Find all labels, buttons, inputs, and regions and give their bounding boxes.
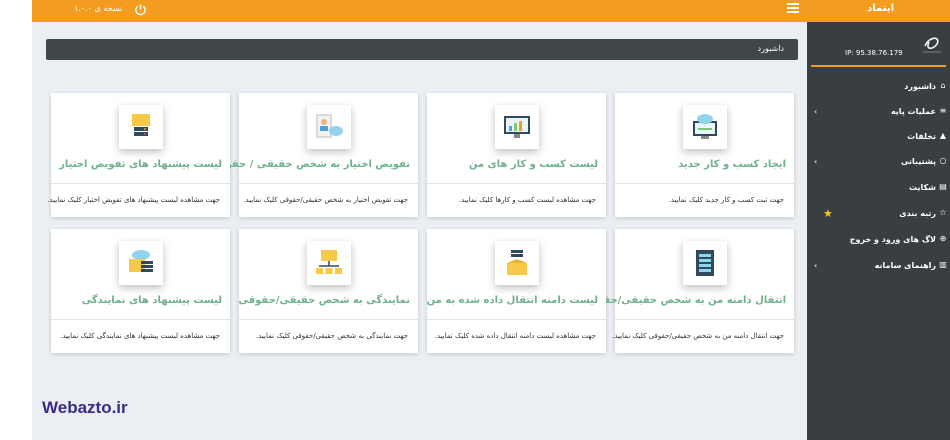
card-delegation-offers[interactable]: لیست پیشنهاد های تفویض اختیار جهت مشاهده… bbox=[47, 93, 230, 217]
logo-icon bbox=[923, 37, 941, 53]
top-bar: ایتماد نسخه ی ۱.۰.۰ bbox=[32, 0, 950, 22]
warning-icon: ▲ bbox=[939, 131, 947, 140]
sidebar-item-complaint[interactable]: ▤ شکایت bbox=[807, 180, 950, 198]
sidebar: IP: 95.38.76.179 ⌂ داشبورد ‹ ≡ عملیات پا… bbox=[807, 22, 950, 440]
ip-address: IP: 95.38.76.179 bbox=[845, 49, 903, 57]
home-icon: ⌂ bbox=[940, 81, 946, 90]
chart-monitor-icon bbox=[495, 105, 539, 149]
box-server-icon bbox=[495, 241, 539, 285]
card-desc: جهت تفویض اختیار به شخص حقیقی/حقوقی کلیک… bbox=[243, 196, 408, 204]
star-outline-icon: ☆ bbox=[939, 208, 947, 217]
sidebar-item-help[interactable]: ‹ ▥ راهنمای سامانه bbox=[807, 258, 950, 276]
server-list-icon bbox=[683, 241, 727, 285]
card-delegate-authority[interactable]: تفویض اختیار به شخص حقیقی / حقوقی جهت تف… bbox=[208, 93, 418, 217]
version-label: نسخه ی ۱.۰.۰ bbox=[74, 4, 123, 13]
chat-icon: ○ bbox=[939, 156, 947, 165]
card-transfer-domain[interactable]: انتقال دامنه من به شخص حقیقی/حقوقی جهت ا… bbox=[580, 229, 794, 353]
card-title: تفویض اختیار به شخص حقیقی / حقوقی bbox=[208, 159, 410, 170]
chevron-left-icon: ‹ bbox=[814, 261, 818, 270]
plus-circle-icon: ⊕ bbox=[939, 234, 947, 243]
sidebar-item-login-logs[interactable]: ⊕ لاگ های ورود و خروج bbox=[807, 232, 950, 250]
menu-icon[interactable] bbox=[787, 3, 799, 15]
card-desc: جهت مشاهده لیست کسب و کارها کلیک نمایید. bbox=[458, 196, 596, 204]
app-title: ایتماد bbox=[867, 3, 894, 14]
card-title: لیست پیشنهاد های تفویض اختیار bbox=[59, 159, 222, 170]
watermark: Webazto.ir bbox=[42, 398, 128, 417]
folder-cloud-icon bbox=[119, 241, 163, 285]
card-title: نمایندگی به شخص حقیقی/حقوقی bbox=[238, 295, 411, 306]
card-agency[interactable]: نمایندگی به شخص حقیقی/حقوقی جهت نمایندگی… bbox=[239, 229, 418, 353]
folder-network-icon bbox=[307, 241, 351, 285]
card-create-business[interactable]: ایجاد کسب و کار جدید جهت ثبت کسب و کار ج… bbox=[615, 93, 794, 217]
card-title: لیست کسب و کار های من bbox=[468, 159, 598, 170]
card-agency-offers[interactable]: لیست پیشنهاد های نمایندگی جهت مشاهده لیس… bbox=[51, 229, 230, 353]
card-desc: جهت مشاهده لیست پیشنهاد های تفویض اختیار… bbox=[47, 196, 220, 204]
card-title: لیست پیشنهاد های نمایندگی bbox=[81, 295, 222, 306]
card-transferred-domains[interactable]: لیست دامنه انتقال داده شده به من جهت مشا… bbox=[427, 229, 606, 353]
chevron-left-icon: ‹ bbox=[814, 157, 818, 166]
power-icon[interactable] bbox=[134, 3, 147, 16]
card-desc: جهت مشاهده لیست پیشنهاد های نمایندگی کلی… bbox=[60, 332, 220, 340]
document-icon: ▤ bbox=[939, 182, 947, 191]
list-icon: ≡ bbox=[939, 106, 947, 115]
card-desc: جهت نمایندگی به شخص حقیقی/حقوقی کلیک نما… bbox=[256, 332, 408, 340]
card-title: انتقال دامنه من به شخص حقیقی/حقوقی bbox=[580, 295, 786, 306]
card-desc: جهت مشاهده لیست دامنه انتقال داده شده کل… bbox=[434, 332, 596, 340]
card-title: لیست دامنه انتقال داده شده به من bbox=[426, 295, 598, 306]
card-my-business-list[interactable]: لیست کسب و کار های من جهت مشاهده لیست کس… bbox=[427, 93, 606, 217]
chevron-left-icon: ‹ bbox=[814, 107, 818, 116]
main-content: داشبورد ایجاد کسب و کار جدید جهت ثبت کسب… bbox=[32, 22, 807, 440]
card-desc: جهت انتقال دامنه من به شخص حقیقی/حقوقی ک… bbox=[612, 332, 784, 340]
sidebar-item-violations[interactable]: ▲ تخلفات bbox=[807, 129, 950, 147]
user-cloud-icon bbox=[307, 105, 351, 149]
sidebar-item-basic-operations[interactable]: ‹ ≡ عملیات پایه bbox=[807, 104, 950, 122]
breadcrumb-label: داشبورد bbox=[757, 44, 784, 53]
star-icon: ★ bbox=[823, 207, 833, 220]
book-icon: ▥ bbox=[939, 260, 947, 269]
sidebar-item-ranking[interactable]: ★ ☆ رتبه بندی bbox=[807, 206, 950, 224]
cloud-monitor-icon bbox=[683, 105, 727, 149]
breadcrumb: داشبورد bbox=[46, 39, 798, 60]
card-desc: جهت ثبت کسب و کار جدید کلیک نمایید. bbox=[668, 196, 784, 204]
sidebar-item-dashboard[interactable]: ⌂ داشبورد bbox=[807, 79, 950, 97]
card-title: ایجاد کسب و کار جدید bbox=[678, 159, 786, 170]
folder-server-icon bbox=[119, 105, 163, 149]
sidebar-item-support[interactable]: ‹ ○ پشتیبانی bbox=[807, 154, 950, 172]
